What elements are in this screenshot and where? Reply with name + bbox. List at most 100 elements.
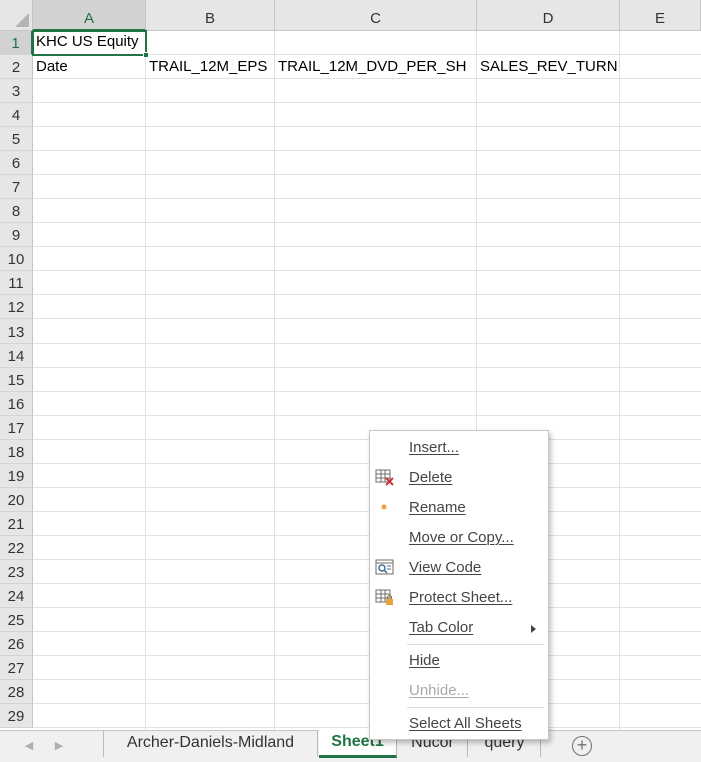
tab-scroll-right-icon[interactable]: ▶ — [52, 738, 66, 754]
menu-item-label: Tab Color — [409, 619, 474, 636]
menu-item-label: Insert... — [409, 439, 460, 456]
row-header-21[interactable]: 21 — [0, 512, 33, 536]
row-divider — [33, 727, 701, 728]
menu-item-delete[interactable]: Delete — [370, 465, 548, 493]
row-divider — [33, 511, 701, 512]
row-divider — [33, 150, 701, 151]
row-divider — [33, 343, 701, 344]
row-divider — [33, 679, 701, 680]
row-header-18[interactable]: 18 — [0, 440, 33, 464]
menu-item-label: View Code — [409, 559, 482, 576]
row-divider — [33, 439, 701, 440]
column-header-d[interactable]: D — [477, 0, 620, 31]
tab-archer-daniels-midland[interactable]: Archer-Daniels-Midland — [103, 731, 318, 757]
menu-item-view-code[interactable]: View Code — [370, 555, 548, 583]
column-divider — [274, 31, 275, 730]
row-header-9[interactable]: 9 — [0, 223, 33, 247]
menu-item-move-or-copy[interactable]: Move or Copy... — [370, 525, 548, 553]
row-divider — [33, 222, 701, 223]
cell-b2[interactable]: TRAIL_12M_EPS — [146, 58, 267, 75]
row-header-25[interactable]: 25 — [0, 608, 33, 632]
row-header-23[interactable]: 23 — [0, 560, 33, 584]
menu-item-label: Protect Sheet... — [409, 589, 513, 606]
row-divider — [33, 174, 701, 175]
row-header-10[interactable]: 10 — [0, 247, 33, 271]
row-header-4[interactable]: 4 — [0, 103, 33, 127]
submenu-arrow-icon — [531, 625, 536, 633]
row-header-1[interactable]: 1 — [0, 31, 33, 55]
row-divider — [33, 270, 701, 271]
row-divider — [33, 559, 701, 560]
sheet-tab-bar: ◀ ▶ Archer-Daniels-Midland Sheet1 Nucor … — [0, 730, 701, 762]
row-header-15[interactable]: 15 — [0, 368, 33, 392]
menu-item-rename[interactable]: Rename — [370, 495, 548, 523]
row-divider — [33, 655, 701, 656]
row-header-22[interactable]: 22 — [0, 536, 33, 560]
column-header-a[interactable]: A — [33, 0, 146, 31]
column-divider — [145, 31, 146, 730]
cell-a2[interactable]: Date — [33, 58, 68, 75]
row-header-2[interactable]: 2 — [0, 55, 33, 79]
row-header-28[interactable]: 28 — [0, 680, 33, 704]
row-header-5[interactable]: 5 — [0, 127, 33, 151]
row-divider — [33, 583, 701, 584]
row-header-6[interactable]: 6 — [0, 151, 33, 175]
active-cell-border — [32, 30, 147, 56]
row-header-20[interactable]: 20 — [0, 488, 33, 512]
menu-item-label: Unhide... — [409, 682, 470, 699]
cell-c2[interactable]: TRAIL_12M_DVD_PER_SH — [275, 58, 466, 75]
select-all-triangle-icon — [15, 13, 29, 27]
row-header-17[interactable]: 17 — [0, 416, 33, 440]
row-divider — [33, 294, 701, 295]
menu-item-select-all-sheets[interactable]: Select All Sheets — [370, 711, 548, 739]
row-divider — [33, 487, 701, 488]
column-header-e[interactable]: E — [620, 0, 701, 31]
row-header-7[interactable]: 7 — [0, 175, 33, 199]
menu-item-hide[interactable]: Hide — [370, 648, 548, 676]
menu-separator — [407, 644, 544, 645]
row-header-29[interactable]: 29 — [0, 704, 33, 728]
row-header-3[interactable]: 3 — [0, 79, 33, 103]
menu-item-label: Select All Sheets — [409, 715, 522, 732]
row-divider — [33, 631, 701, 632]
row-header-16[interactable]: 16 — [0, 392, 33, 416]
row-header-8[interactable]: 8 — [0, 199, 33, 223]
column-header-c[interactable]: C — [275, 0, 477, 31]
worksheet-grid[interactable]: A B C D E 1 2 3 4 5 6 7 8 9 10 11 12 13 14 15 16 17 18 19 2… — [0, 0, 701, 730]
view-code-icon — [375, 559, 395, 577]
row-header-14[interactable]: 14 — [0, 344, 33, 368]
menu-item-protect-sheet[interactable]: Protect Sheet... — [370, 585, 548, 613]
menu-item-label: Move or Copy... — [409, 529, 514, 546]
row-header-11[interactable]: 11 — [0, 271, 33, 295]
column-header-b[interactable]: B — [146, 0, 275, 31]
row-divider — [33, 703, 701, 704]
row-header-12[interactable]: 12 — [0, 295, 33, 319]
rename-dot-icon — [375, 499, 395, 517]
row-header-19[interactable]: 19 — [0, 464, 33, 488]
row-divider — [33, 126, 701, 127]
menu-item-insert[interactable]: Insert... — [370, 435, 548, 463]
add-sheet-icon[interactable]: + — [572, 736, 592, 756]
fill-handle[interactable] — [143, 52, 149, 58]
protect-sheet-icon — [375, 589, 395, 607]
row-divider — [33, 102, 701, 103]
menu-item-label: Hide — [409, 652, 440, 669]
tab-scroll-left-icon[interactable]: ◀ — [22, 738, 36, 754]
delete-sheet-icon — [375, 469, 395, 487]
cell-d2[interactable]: SALES_REV_TURN — [477, 58, 618, 75]
row-header-27[interactable]: 27 — [0, 656, 33, 680]
row-divider — [33, 607, 701, 608]
row-divider — [33, 415, 701, 416]
menu-item-tab-color[interactable]: Tab Color — [370, 615, 548, 643]
row-divider — [33, 535, 701, 536]
row-divider — [33, 198, 701, 199]
select-all-corner[interactable] — [0, 0, 33, 31]
row-header-24[interactable]: 24 — [0, 584, 33, 608]
row-header-26[interactable]: 26 — [0, 632, 33, 656]
row-header-13[interactable]: 13 — [0, 319, 33, 344]
menu-item-unhide: Unhide... — [370, 678, 548, 706]
row-divider — [33, 246, 701, 247]
menu-separator — [407, 707, 544, 708]
row-divider — [33, 367, 701, 368]
row-divider — [33, 463, 701, 464]
